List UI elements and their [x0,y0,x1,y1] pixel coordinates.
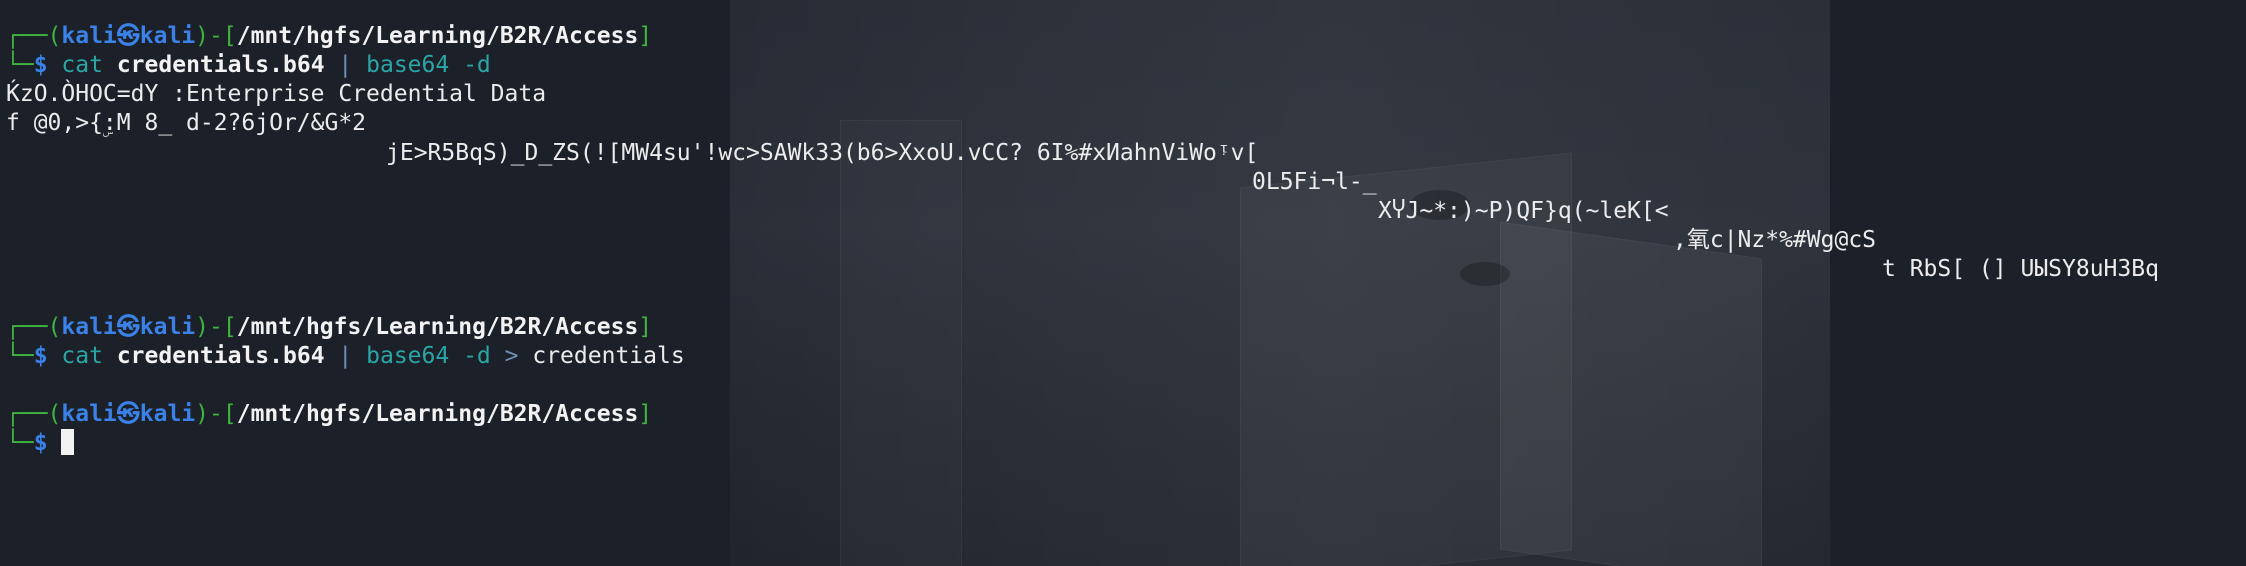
prompt-line: ┌──(kali㉿kali)-[/mnt/hgfs/Learning/B2R/A… [6,23,653,49]
output-line: ,氧c|Nz*%#Wg@cS [1673,227,1877,253]
text-cursor[interactable] [61,429,75,455]
command-line: └─$ cat credentials.b64 | base64 -d [6,52,491,78]
output-line: f @0,>{ۣ:M 8_ d-2?6jOr/&G*2 [6,110,367,136]
prompt-line: ┌──(kali㉿kali)-[/mnt/hgfs/Learning/B2R/A… [6,401,653,427]
command-name: cat [61,343,103,369]
prompt-host: kali [139,23,196,49]
pipe-symbol: | [338,52,353,78]
active-command-line[interactable]: └─$ [6,429,75,458]
wallpaper-rack [1500,221,1762,566]
command-tool: base64 [366,52,450,78]
output-line: jE>R5BqS)_D_ZS(![MW4su'!wc>SAWk33(b6>Xxo… [386,140,1259,166]
prompt-host: kali [139,401,196,427]
redirect-target: credentials [532,343,685,369]
prompt-symbol: $ [33,430,48,456]
command-line: └─$ cat credentials.b64 | base64 -d > cr… [6,343,685,369]
prompt-user: kali [61,23,117,49]
command-arg: credentials.b64 [116,52,325,78]
output-line: t RbS[ (] UЫSY8uH3Bq [1882,256,2159,282]
output-line: 0L5Fi¬l-_ [1252,169,1377,195]
command-flag: -d [463,343,491,369]
prompt-path: /mnt/hgfs/Learning/B2R/Access [236,401,639,427]
prompt-user: kali [61,314,117,340]
prompt-path: /mnt/hgfs/Learning/B2R/Access [236,314,639,340]
command-flag: -d [463,52,491,78]
output-line: XჄJ~*:)~P)QF}q(~leK[< [1378,198,1669,224]
prompt-symbol: $ [33,52,48,78]
command-tool: base64 [366,343,450,369]
prompt-user: kali [61,401,117,427]
wallpaper-rack [840,120,962,566]
output-line: ḰzO.ÒHOC=dY :Enterprise Credential Data [6,81,547,107]
terminal-window[interactable]: ┌──(kali㉿kali)-[/mnt/hgfs/Learning/B2R/A… [0,0,2246,566]
kali-skull-icon: ㉿ [116,401,140,427]
prompt-line: ┌──(kali㉿kali)-[/mnt/hgfs/Learning/B2R/A… [6,314,653,340]
prompt-host: kali [139,314,196,340]
command-name: cat [61,52,103,78]
prompt-symbol: $ [33,343,48,369]
pipe-symbol: | [338,343,353,369]
kali-skull-icon: ㉿ [116,23,140,49]
command-arg: credentials.b64 [116,343,325,369]
kali-skull-icon: ㉿ [116,314,140,340]
prompt-path: /mnt/hgfs/Learning/B2R/Access [236,23,639,49]
redirect-symbol: > [504,343,519,369]
wallpaper-detail [1460,262,1510,286]
